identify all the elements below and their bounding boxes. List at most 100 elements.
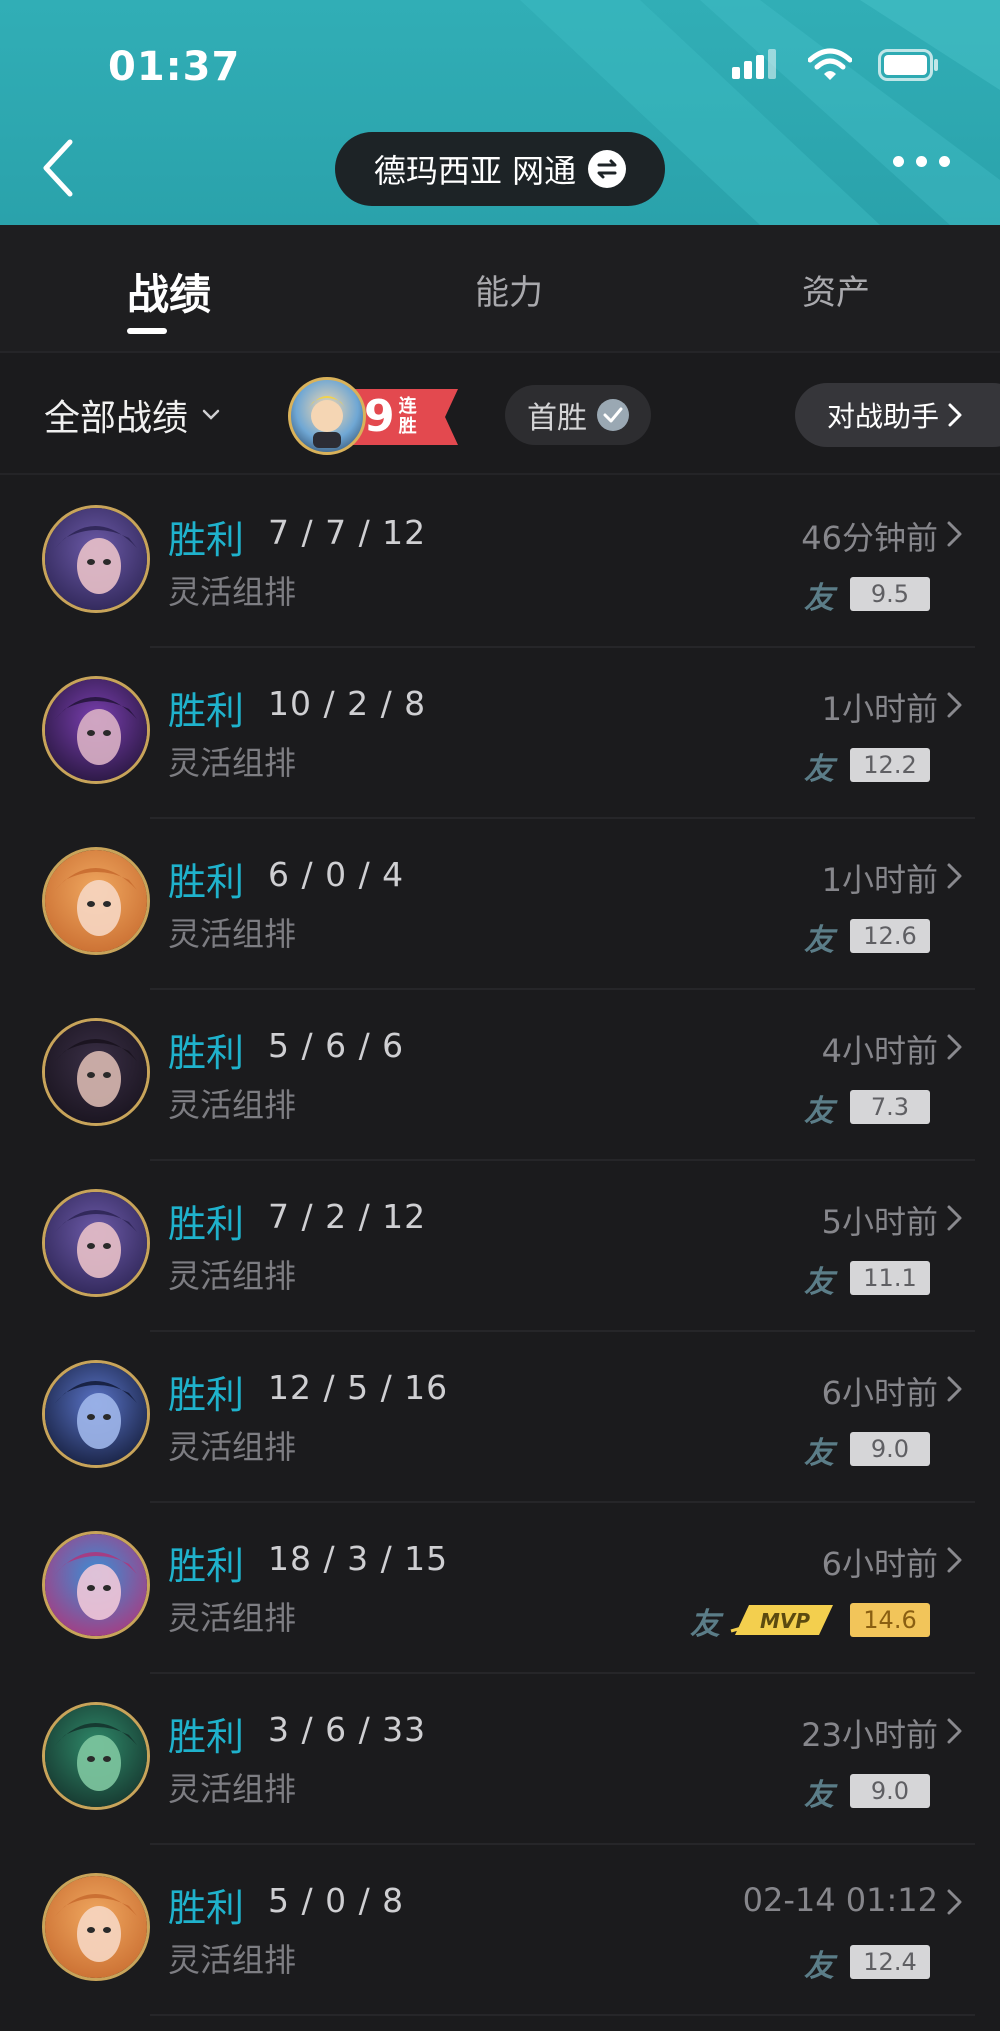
match-time: 5小时前 <box>821 1203 938 1241</box>
streak-text: 连胜 <box>398 396 417 437</box>
match-kda: 5 / 0 / 8 <box>268 1881 405 1920</box>
top-header: 01:37 德玛西亚 网通 <box>0 0 1000 225</box>
green-serpent-avatar <box>42 1702 150 1810</box>
friend-tag: 友 <box>804 1436 834 1471</box>
match-mode: 灵活组排 <box>168 573 297 611</box>
chevron-right-icon <box>947 1889 962 1915</box>
record-filter-dropdown[interactable]: 全部战绩 <box>44 389 220 441</box>
more-dot-icon <box>893 156 904 167</box>
chevron-right-icon <box>947 1718 962 1744</box>
match-kda: 10 / 2 / 8 <box>268 684 427 723</box>
first-win-label: 首胜 <box>527 401 587 436</box>
server-name: 德玛西亚 网通 <box>373 152 577 190</box>
match-list: 胜利 7 / 7 / 12 灵活组排 46分钟前 友 9.5 胜利 10 / 2… <box>0 477 1000 2016</box>
match-score: 12.4 <box>850 1945 930 1979</box>
match-score: 9.0 <box>850 1432 930 1466</box>
match-mode: 灵活组排 <box>168 915 297 953</box>
match-result: 胜利 <box>168 689 245 733</box>
match-score: 12.6 <box>850 919 930 953</box>
dark-helm-avatar <box>42 1360 150 1468</box>
streak-count: 9 <box>364 391 395 442</box>
friend-tag: 友 <box>804 1265 834 1300</box>
mvp-badge-icon: MVP <box>730 1605 833 1635</box>
blonde-heroine-avatar <box>42 1873 150 1981</box>
match-kda: 6 / 0 / 4 <box>268 855 405 894</box>
chevron-right-icon <box>947 1205 962 1231</box>
match-mode: 灵活组排 <box>168 1257 297 1295</box>
match-kda: 12 / 5 / 16 <box>268 1368 449 1407</box>
swap-icon <box>588 150 627 188</box>
match-result: 胜利 <box>168 1031 245 1075</box>
chevron-down-icon <box>202 409 220 420</box>
chevron-left-icon <box>43 139 73 197</box>
match-row-9[interactable]: 胜利 5 / 0 / 8 灵活组排 02-14 01:12 友 12.4 <box>0 1845 1000 2016</box>
match-row-3[interactable]: 胜利 6 / 0 / 4 灵活组排 1小时前 友 12.6 <box>0 819 1000 990</box>
win-streak-badge[interactable]: 9 连胜 <box>288 377 458 457</box>
record-filter-label: 全部战绩 <box>44 398 189 439</box>
first-win-badge[interactable]: 首胜 <box>505 385 651 445</box>
match-time: 1小时前 <box>821 861 938 899</box>
chevron-right-icon <box>947 1034 962 1060</box>
status-icons <box>732 48 940 82</box>
match-time: 6小时前 <box>821 1374 938 1412</box>
match-score: 7.3 <box>850 1090 930 1124</box>
chevron-right-icon <box>947 1547 962 1573</box>
chevron-right-icon <box>947 692 962 718</box>
match-row-8[interactable]: 胜利 3 / 6 / 33 灵活组排 23小时前 友 9.0 <box>0 1674 1000 1845</box>
battery-icon <box>878 49 938 81</box>
streak-champion-avatar <box>288 377 366 455</box>
match-kda: 18 / 3 / 15 <box>268 1539 449 1578</box>
wifi-icon <box>808 48 852 80</box>
match-score: 9.0 <box>850 1774 930 1808</box>
match-mode: 灵活组排 <box>168 1428 297 1466</box>
dark-queen-avatar <box>42 676 150 784</box>
back-button[interactable] <box>36 138 86 198</box>
battle-assistant-label: 对战助手 <box>827 400 940 433</box>
match-row-2[interactable]: 胜利 10 / 2 / 8 灵活组排 1小时前 友 12.2 <box>0 648 1000 819</box>
tab-indicator <box>127 328 167 334</box>
match-row-4[interactable]: 胜利 5 / 6 / 6 灵活组排 4小时前 友 7.3 <box>0 990 1000 1161</box>
match-row-5[interactable]: 胜利 7 / 2 / 12 灵活组排 5小时前 友 11.1 <box>0 1161 1000 1332</box>
match-score: 11.1 <box>850 1261 930 1295</box>
match-result: 胜利 <box>168 1715 245 1759</box>
tab-ability[interactable]: 能力 <box>475 265 543 314</box>
match-score: 12.2 <box>850 748 930 782</box>
match-time: 23小时前 <box>801 1716 938 1754</box>
blue-haired-gunner-avatar <box>42 1531 150 1639</box>
match-mode: 灵活组排 <box>168 1941 297 1979</box>
match-kda: 3 / 6 / 33 <box>268 1710 427 1749</box>
match-result: 胜利 <box>168 518 245 562</box>
more-dot-icon <box>916 156 927 167</box>
friend-tag: 友 <box>804 752 834 787</box>
match-score: 9.5 <box>850 577 930 611</box>
purple-haired-mage-avatar <box>42 1189 150 1297</box>
chevron-right-icon <box>947 863 962 889</box>
battle-assistant-button[interactable]: 对战助手 <box>795 383 1000 447</box>
match-mode: 灵活组排 <box>168 744 297 782</box>
friend-tag: 友 <box>690 1607 720 1642</box>
signal-icon <box>732 49 776 79</box>
blonde-heroine-avatar <box>42 847 150 955</box>
friend-tag: 友 <box>804 581 834 616</box>
match-kda: 7 / 7 / 12 <box>268 513 427 552</box>
match-row-6[interactable]: 胜利 12 / 5 / 16 灵活组排 6小时前 友 9.0 <box>0 1332 1000 1503</box>
match-time: 4小时前 <box>821 1032 938 1070</box>
check-icon <box>597 399 629 431</box>
match-result: 胜利 <box>168 860 245 904</box>
tab-assets[interactable]: 资产 <box>802 265 870 314</box>
more-options-button[interactable] <box>893 156 950 167</box>
tab-records[interactable]: 战绩 <box>127 261 211 322</box>
match-result: 胜利 <box>168 1886 245 1930</box>
friend-tag: 友 <box>804 1094 834 1129</box>
match-row-7[interactable]: 胜利 18 / 3 / 15 灵活组排 6小时前 友 MVP 14.6 <box>0 1503 1000 1674</box>
friend-tag: 友 <box>804 1778 834 1813</box>
match-row-1[interactable]: 胜利 7 / 7 / 12 灵活组排 46分钟前 友 9.5 <box>0 477 1000 648</box>
friend-tag: 友 <box>804 1949 834 1984</box>
row-divider <box>150 2014 975 2016</box>
purple-haired-mage-avatar <box>42 505 150 613</box>
match-time: 1小时前 <box>821 690 938 728</box>
server-switcher[interactable]: 德玛西亚 网通 <box>335 132 665 206</box>
match-result: 胜利 <box>168 1202 245 1246</box>
match-time: 6小时前 <box>821 1545 938 1583</box>
more-dot-icon <box>939 156 950 167</box>
